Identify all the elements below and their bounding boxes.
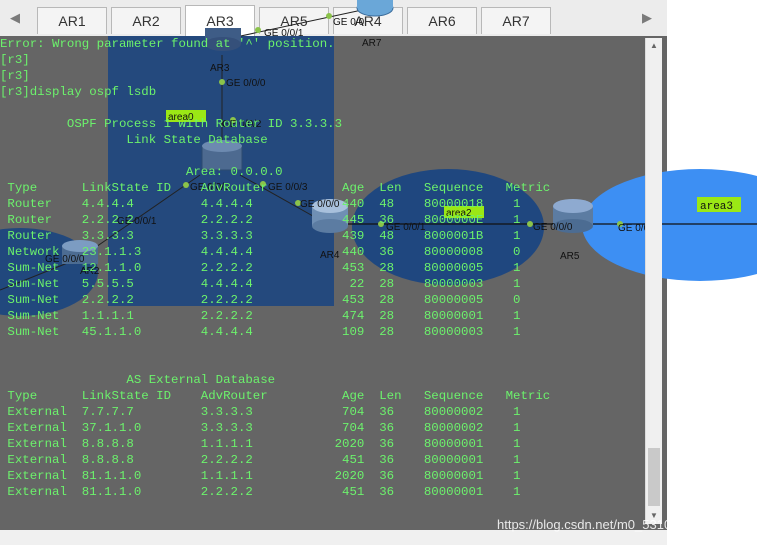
terminal-line: [r3]	[0, 53, 30, 67]
terminal-line: Area: 0.0.0.0	[0, 165, 283, 179]
tab-bar: ◀ AR1 AR2 AR3 AR5 AR4 AR6 AR7 ▶	[0, 0, 667, 37]
tab-ar3[interactable]: AR3	[185, 5, 255, 36]
terminal-line: AS External Database	[0, 373, 276, 387]
terminal-line: Router 4.4.4.4 4.4.4.4 440 48 80000018 1	[0, 197, 521, 211]
terminal-line: Type LinkState ID AdvRouter Age Len Sequ…	[0, 181, 551, 195]
terminal-console[interactable]: Error: Wrong parameter found at '^' posi…	[0, 36, 667, 530]
area3-label: area3	[700, 201, 733, 213]
tab-ar2[interactable]: AR2	[111, 7, 181, 34]
scroll-right-icon[interactable]: ▶	[640, 10, 654, 26]
terminal-line: Network 23.1.1.3 4.4.4.4 440 36 80000008…	[0, 245, 521, 259]
terminal-line: Type LinkState ID AdvRouter Age Len Sequ…	[0, 389, 551, 403]
terminal-line: Sum-Net 5.5.5.5 4.4.4.4 22 28 80000003 1	[0, 277, 521, 291]
tab-ar4[interactable]: AR4	[333, 7, 403, 34]
terminal-line: Router 2.2.2.2 2.2.2.2 445 36 8000000E 1	[0, 213, 521, 227]
tab-ar6[interactable]: AR6	[407, 7, 477, 34]
terminal-line: OSPF Process 1 with Router ID 3.3.3.3	[0, 117, 343, 131]
terminal-line: External 81.1.1.0 1.1.1.1 2020 36 800000…	[0, 469, 521, 483]
terminal-line: [r3]display ospf lsdb	[0, 85, 157, 99]
terminal-line: Error: Wrong parameter found at '^' posi…	[0, 37, 335, 51]
terminal-line: Link State Database	[0, 133, 268, 147]
terminal-line: External 81.1.1.0 2.2.2.2 451 36 8000000…	[0, 485, 521, 499]
terminal-window: ◀ AR1 AR2 AR3 AR5 AR4 AR6 AR7 ▶ Error: W…	[0, 0, 757, 545]
terminal-line: External 7.7.7.7 3.3.3.3 704 36 80000002…	[0, 405, 521, 419]
watermark: https://blog.csdn.net/m0_53102443	[497, 517, 701, 532]
terminal-line: External 37.1.1.0 3.3.3.3 704 36 8000000…	[0, 421, 521, 435]
area3-label-bg	[697, 197, 741, 212]
terminal-line: Sum-Net 12.1.1.0 2.2.2.2 453 28 80000005…	[0, 261, 521, 275]
scrollbar-thumb[interactable]	[648, 448, 660, 506]
tab-ar1[interactable]: AR1	[37, 7, 107, 34]
terminal-line: Router 3.3.3.3 3.3.3.3 439 48 8000001B 1	[0, 229, 521, 243]
terminal-output: Error: Wrong parameter found at '^' posi…	[0, 36, 660, 530]
terminal-line: External 8.8.8.8 2.2.2.2 451 36 80000001…	[0, 453, 521, 467]
tab-ar7[interactable]: AR7	[481, 7, 551, 34]
status-bar	[0, 530, 667, 545]
tab-ar5[interactable]: AR5	[259, 7, 329, 34]
terminal-line: Sum-Net 1.1.1.1 2.2.2.2 474 28 80000001 …	[0, 309, 521, 323]
terminal-line: Sum-Net 2.2.2.2 2.2.2.2 453 28 80000005 …	[0, 293, 521, 307]
scroll-left-icon[interactable]: ◀	[8, 10, 22, 26]
terminal-line: [r3]	[0, 69, 30, 83]
terminal-line: Sum-Net 45.1.1.0 4.4.4.4 109 28 80000003…	[0, 325, 521, 339]
terminal-line: External 8.8.8.8 1.1.1.1 2020 36 8000000…	[0, 437, 521, 451]
vertical-scrollbar[interactable]: ▲ ▼	[645, 38, 662, 524]
scroll-up-icon[interactable]: ▲	[646, 38, 662, 54]
